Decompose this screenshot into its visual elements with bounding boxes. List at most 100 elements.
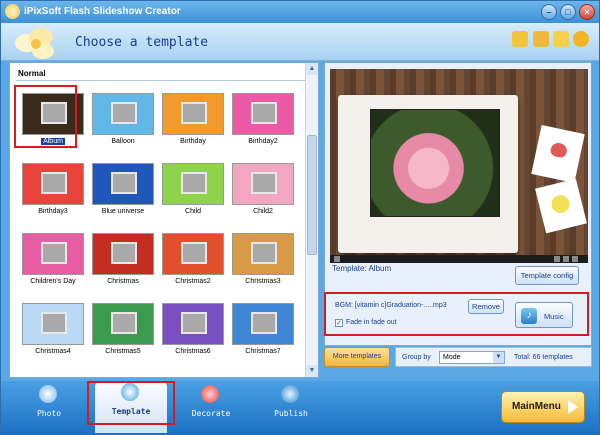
- rewind-icon[interactable]: [554, 256, 560, 262]
- template-tile[interactable]: Child: [158, 163, 228, 225]
- template-thumbnail[interactable]: [22, 233, 84, 275]
- template-name-text: Birthday2: [248, 138, 278, 145]
- photo-placeholder: [181, 172, 207, 194]
- page-title: Choose a template: [75, 35, 209, 50]
- window-title: iPixSoft Flash Slideshow Creator: [24, 6, 181, 17]
- close-button[interactable]: ×: [579, 4, 595, 20]
- template-name: Birthday2: [228, 138, 298, 145]
- template-tile[interactable]: Christmas6: [158, 303, 228, 365]
- nav-photo-label: Photo: [36, 409, 62, 418]
- template-name: Christmas5: [88, 348, 158, 355]
- template-name: Christmas7: [228, 348, 298, 355]
- template-thumbnail[interactable]: [162, 303, 224, 345]
- photo-placeholder: [111, 102, 137, 124]
- template-tile[interactable]: Birthday3: [18, 163, 88, 225]
- template-tile[interactable]: Christmas5: [88, 303, 158, 365]
- template-thumbnail[interactable]: [232, 163, 294, 205]
- photo-placeholder: [111, 242, 137, 264]
- template-tile[interactable]: Christmas3: [228, 233, 298, 295]
- template-thumbnail[interactable]: [92, 233, 154, 275]
- more-templates-button[interactable]: More templates: [324, 347, 390, 367]
- template-name-text: Christmas2: [175, 278, 211, 285]
- scroll-down-arrow-icon[interactable]: ▼: [306, 365, 318, 377]
- nav-decorate-label: Decorate: [191, 409, 231, 418]
- template-tile[interactable]: Christmas4: [18, 303, 88, 365]
- template-tile[interactable]: Children's Day: [18, 233, 88, 295]
- nav-decorate[interactable]: Decorate: [175, 383, 247, 429]
- player-controls: [330, 255, 588, 263]
- template-name: Child: [158, 208, 228, 215]
- template-name: Birthday3: [18, 208, 88, 215]
- template-thumbnail[interactable]: [232, 303, 294, 345]
- sound-icon[interactable]: [334, 256, 340, 262]
- template-thumbnail[interactable]: [232, 93, 294, 135]
- group-by-select[interactable]: Mode ▼: [439, 351, 505, 364]
- template-name: Birthday: [158, 138, 228, 145]
- nav-publish[interactable]: Publish: [255, 383, 327, 429]
- scrollbar[interactable]: ▲ ▼: [305, 63, 318, 377]
- group-by-value: Mode: [443, 354, 461, 361]
- music-note-icon: ♪: [521, 308, 537, 324]
- template-name-text: Christmas4: [35, 348, 71, 355]
- bottom-nav: Photo Template Decorate Publish MainMenu: [1, 381, 599, 435]
- section-label: Normal: [18, 69, 46, 78]
- template-tile[interactable]: Child2: [228, 163, 298, 225]
- template-name-text: Christmas7: [245, 348, 281, 355]
- template-gallery: Normal Album Balloon Birthday Birthday2 Birt…: [9, 62, 319, 378]
- template-name: Children's Day: [18, 278, 88, 285]
- music-button[interactable]: ♪ Music: [515, 302, 573, 328]
- nav-photo[interactable]: Photo: [13, 383, 85, 429]
- chevron-down-icon[interactable]: ▼: [493, 352, 504, 363]
- template-thumbnail[interactable]: [92, 303, 154, 345]
- template-tile[interactable]: Birthday: [158, 93, 228, 155]
- template-thumbnail[interactable]: [22, 163, 84, 205]
- folder-icon[interactable]: [512, 31, 528, 47]
- photo-placeholder: [251, 102, 277, 124]
- template-name: Christmas4: [18, 348, 88, 355]
- template-thumbnail[interactable]: [162, 93, 224, 135]
- template-thumbnail[interactable]: [232, 233, 294, 275]
- template-name-text: Balloon: [111, 138, 135, 145]
- lock-icon[interactable]: [553, 31, 569, 47]
- template-name-text: Christmas5: [105, 348, 141, 355]
- minimize-button[interactable]: –: [541, 4, 557, 20]
- template-name-text: Children's Day: [30, 278, 76, 285]
- photo-placeholder: [181, 102, 207, 124]
- help-icon[interactable]: [573, 31, 589, 47]
- template-name: Balloon: [88, 138, 158, 145]
- app-window: iPixSoft Flash Slideshow Creator – □ × C…: [0, 0, 600, 435]
- template-tile[interactable]: Christmas2: [158, 233, 228, 295]
- template-name-text: Christmas6: [175, 348, 211, 355]
- main-menu-button[interactable]: MainMenu: [501, 391, 585, 423]
- template-config-button[interactable]: Template config: [515, 266, 579, 285]
- maximize-button[interactable]: □: [560, 4, 576, 20]
- photo-placeholder: [41, 242, 67, 264]
- cart-icon[interactable]: [533, 31, 549, 47]
- preview-photo: [370, 109, 500, 217]
- photo-placeholder: [251, 172, 277, 194]
- template-thumbnail[interactable]: [162, 233, 224, 275]
- template-name-label: Template: Album: [332, 264, 392, 273]
- fade-checkbox[interactable]: ✓: [335, 319, 343, 327]
- scroll-thumb[interactable]: [307, 135, 317, 255]
- heart-icon: [201, 385, 219, 403]
- total-templates: Total: 66 templates: [514, 354, 573, 361]
- group-by-bar: Group by Mode ▼ Total: 66 templates: [395, 347, 592, 367]
- forward-icon[interactable]: [572, 256, 578, 262]
- scroll-up-arrow-icon[interactable]: ▲: [306, 63, 318, 75]
- title-bar: iPixSoft Flash Slideshow Creator – □ ×: [1, 1, 599, 23]
- template-thumbnail[interactable]: [92, 93, 154, 135]
- template-tile[interactable]: Balloon: [88, 93, 158, 155]
- template-tile[interactable]: Birthday2: [228, 93, 298, 155]
- template-name: Christmas: [88, 278, 158, 285]
- template-tile[interactable]: Christmas: [88, 233, 158, 295]
- template-thumbnail[interactable]: [92, 163, 154, 205]
- template-tile[interactable]: Blue universe: [88, 163, 158, 225]
- page-header: Choose a template: [1, 23, 599, 61]
- photo-placeholder: [181, 242, 207, 264]
- pause-icon[interactable]: [563, 256, 569, 262]
- template-tile[interactable]: Christmas7: [228, 303, 298, 365]
- template-thumbnail[interactable]: [22, 303, 84, 345]
- template-thumbnail[interactable]: [162, 163, 224, 205]
- remove-button[interactable]: Remove: [468, 299, 504, 314]
